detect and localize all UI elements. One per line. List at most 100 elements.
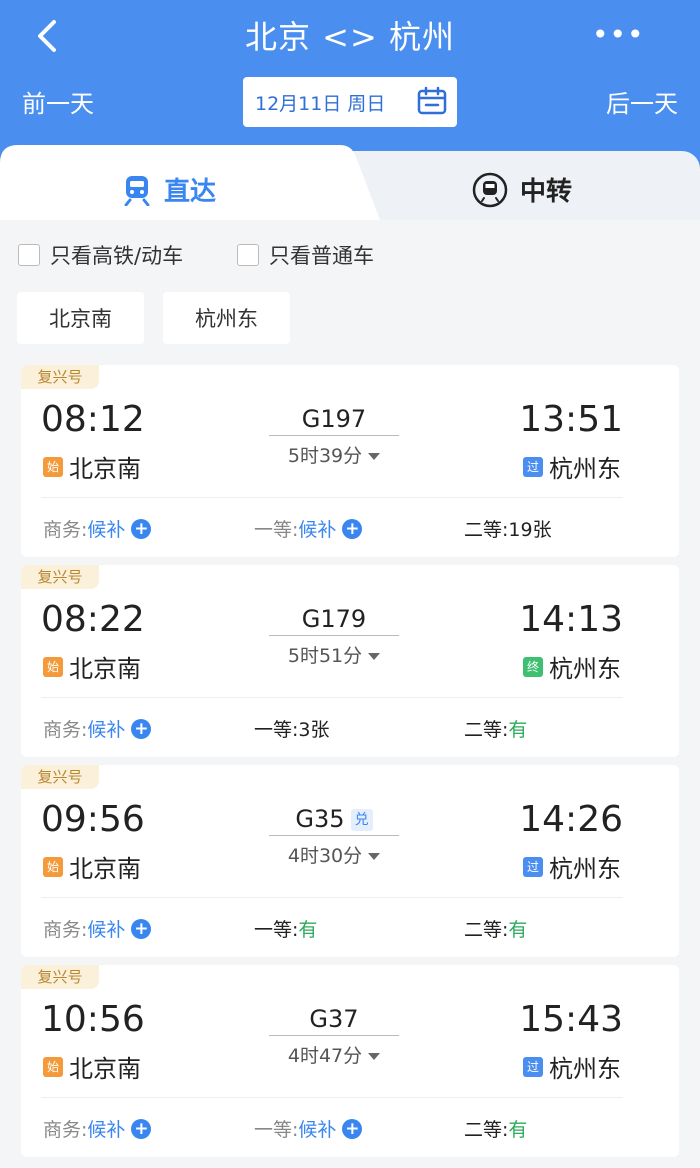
route-line [269, 1035, 399, 1036]
train-number: G179 [301, 605, 367, 633]
departure-station-name: 北京南 [69, 455, 141, 483]
calendar-icon [417, 86, 447, 115]
train-card[interactable]: 复兴号 09:56 始 北京南 G35 兑 4时30分 14:26 过 杭州东 商… [21, 765, 679, 957]
train-number: G35 兑 [269, 805, 399, 833]
checkbox[interactable] [237, 244, 259, 266]
next-day-button[interactable]: 后一天 [606, 84, 678, 119]
departure-time: 08:12 [41, 399, 145, 440]
seat-label: 一等: [254, 919, 299, 941]
plus-icon[interactable]: + [131, 1118, 152, 1139]
seat-value: 有 [508, 1119, 528, 1141]
dropdown-arrow-icon [368, 1053, 381, 1060]
duration[interactable]: 4时47分 [269, 1041, 399, 1068]
filter-regular-only[interactable]: 只看普通车 [237, 240, 374, 270]
train-type-badge: 复兴号 [21, 565, 99, 589]
origin-tag: 始 [43, 856, 63, 877]
arrival-station-name: 杭州东 [549, 1055, 621, 1083]
dropdown-arrow-icon [368, 453, 381, 460]
tab-bar: 直达 中转 [0, 145, 700, 226]
seat-business[interactable]: 商务: 候补 + [43, 1115, 152, 1142]
divider [41, 897, 623, 898]
transfer-train-icon [472, 172, 508, 207]
seat-label: 一等: [254, 519, 299, 541]
back-arrow-icon [38, 20, 56, 52]
seat-second[interactable]: 二等: 有 [464, 1115, 527, 1142]
seat-value: 有 [508, 919, 528, 941]
arrival-time: 14:26 [519, 799, 623, 840]
checkbox[interactable] [18, 244, 40, 266]
seat-label: 一等: [254, 1119, 299, 1141]
seat-first[interactable]: 一等: 3张 [254, 715, 330, 742]
from-station-chip[interactable]: 北京南 [17, 292, 144, 344]
filter-regular-label: 只看普通车 [269, 244, 374, 268]
duration-text: 5时39分 [287, 445, 363, 467]
duration[interactable]: 5时51分 [269, 641, 399, 668]
pass-tag: 过 [523, 456, 543, 477]
plus-icon[interactable]: + [342, 518, 363, 539]
more-button[interactable]: ••• [592, 20, 644, 50]
seat-business[interactable]: 商务: 候补 + [43, 715, 152, 742]
seat-first[interactable]: 一等: 有 [254, 915, 317, 942]
arrival-station-name: 杭州东 [549, 455, 621, 483]
seat-label: 一等: [254, 719, 299, 741]
seat-value: 有 [298, 919, 318, 941]
filter-highspeed-only[interactable]: 只看高铁/动车 [18, 240, 183, 270]
plus-icon[interactable]: + [131, 518, 152, 539]
departure-station: 始 北京南 [43, 649, 141, 684]
seat-business[interactable]: 商务: 候补 + [43, 515, 152, 542]
tab-transfer[interactable]: 中转 [472, 171, 572, 208]
departure-station-name: 北京南 [69, 855, 141, 883]
train-card[interactable]: 复兴号 08:22 始 北京南 G179 5时51分 14:13 终 杭州东 商… [21, 565, 679, 757]
plus-icon[interactable]: + [131, 918, 152, 939]
divider [41, 497, 623, 498]
filter-highspeed-label: 只看高铁/动车 [50, 244, 184, 268]
duration[interactable]: 4时30分 [269, 841, 399, 868]
seat-label: 二等: [464, 919, 509, 941]
arrival-station-name: 杭州东 [549, 855, 621, 883]
seat-first[interactable]: 一等: 候补 + [254, 1115, 363, 1142]
duration-text: 4时47分 [287, 1045, 363, 1067]
seat-value: 候补 [298, 1119, 337, 1141]
train-number: G37 [309, 1005, 359, 1033]
seat-value: 候补 [87, 919, 126, 941]
duration[interactable]: 5时39分 [269, 441, 399, 468]
to-station-chip[interactable]: 杭州东 [163, 292, 290, 344]
divider [41, 1097, 623, 1098]
departure-station-name: 北京南 [69, 655, 141, 683]
train-type-badge: 复兴号 [21, 365, 99, 389]
seat-label: 二等: [464, 519, 509, 541]
seat-second[interactable]: 二等: 19张 [464, 515, 552, 542]
prev-day-button[interactable]: 前一天 [22, 84, 94, 119]
tab-direct-label: 直达 [164, 177, 217, 207]
train-icon [124, 175, 150, 206]
departure-time: 08:22 [41, 599, 145, 640]
seat-second[interactable]: 二等: 有 [464, 915, 527, 942]
pass-tag: 过 [523, 1056, 543, 1077]
origin-tag: 始 [43, 1056, 63, 1077]
train-card[interactable]: 复兴号 10:56 始 北京南 G37 4时47分 15:43 过 杭州东 商务… [21, 965, 679, 1157]
arrival-station: 终 杭州东 [523, 649, 621, 684]
seat-second[interactable]: 二等: 有 [464, 715, 527, 742]
seat-first[interactable]: 一等: 候补 + [254, 515, 363, 542]
seat-business[interactable]: 商务: 候补 + [43, 915, 152, 942]
back-button[interactable] [28, 14, 68, 58]
seat-label: 商务: [43, 519, 88, 541]
origin-tag: 始 [43, 656, 63, 677]
train-type-badge: 复兴号 [21, 965, 99, 989]
seat-value: 候补 [87, 719, 126, 741]
tab-direct[interactable]: 直达 [122, 171, 216, 208]
plus-icon[interactable]: + [342, 1118, 363, 1139]
seat-value: 3张 [298, 719, 330, 741]
seat-value: 19张 [508, 519, 552, 541]
tab-transfer-label: 中转 [520, 177, 573, 207]
train-number: G197 [301, 405, 367, 433]
pass-tag: 过 [523, 856, 543, 877]
date-selector[interactable]: 12月11日 周日 [243, 77, 457, 127]
plus-icon[interactable]: + [131, 718, 152, 739]
dropdown-arrow-icon [368, 853, 381, 860]
arrival-time: 15:43 [519, 999, 623, 1040]
train-card[interactable]: 复兴号 08:12 始 北京南 G197 5时39分 13:51 过 杭州东 商… [21, 365, 679, 557]
departure-station-name: 北京南 [69, 1055, 141, 1083]
duration-text: 5时51分 [287, 645, 363, 667]
divider [41, 697, 623, 698]
